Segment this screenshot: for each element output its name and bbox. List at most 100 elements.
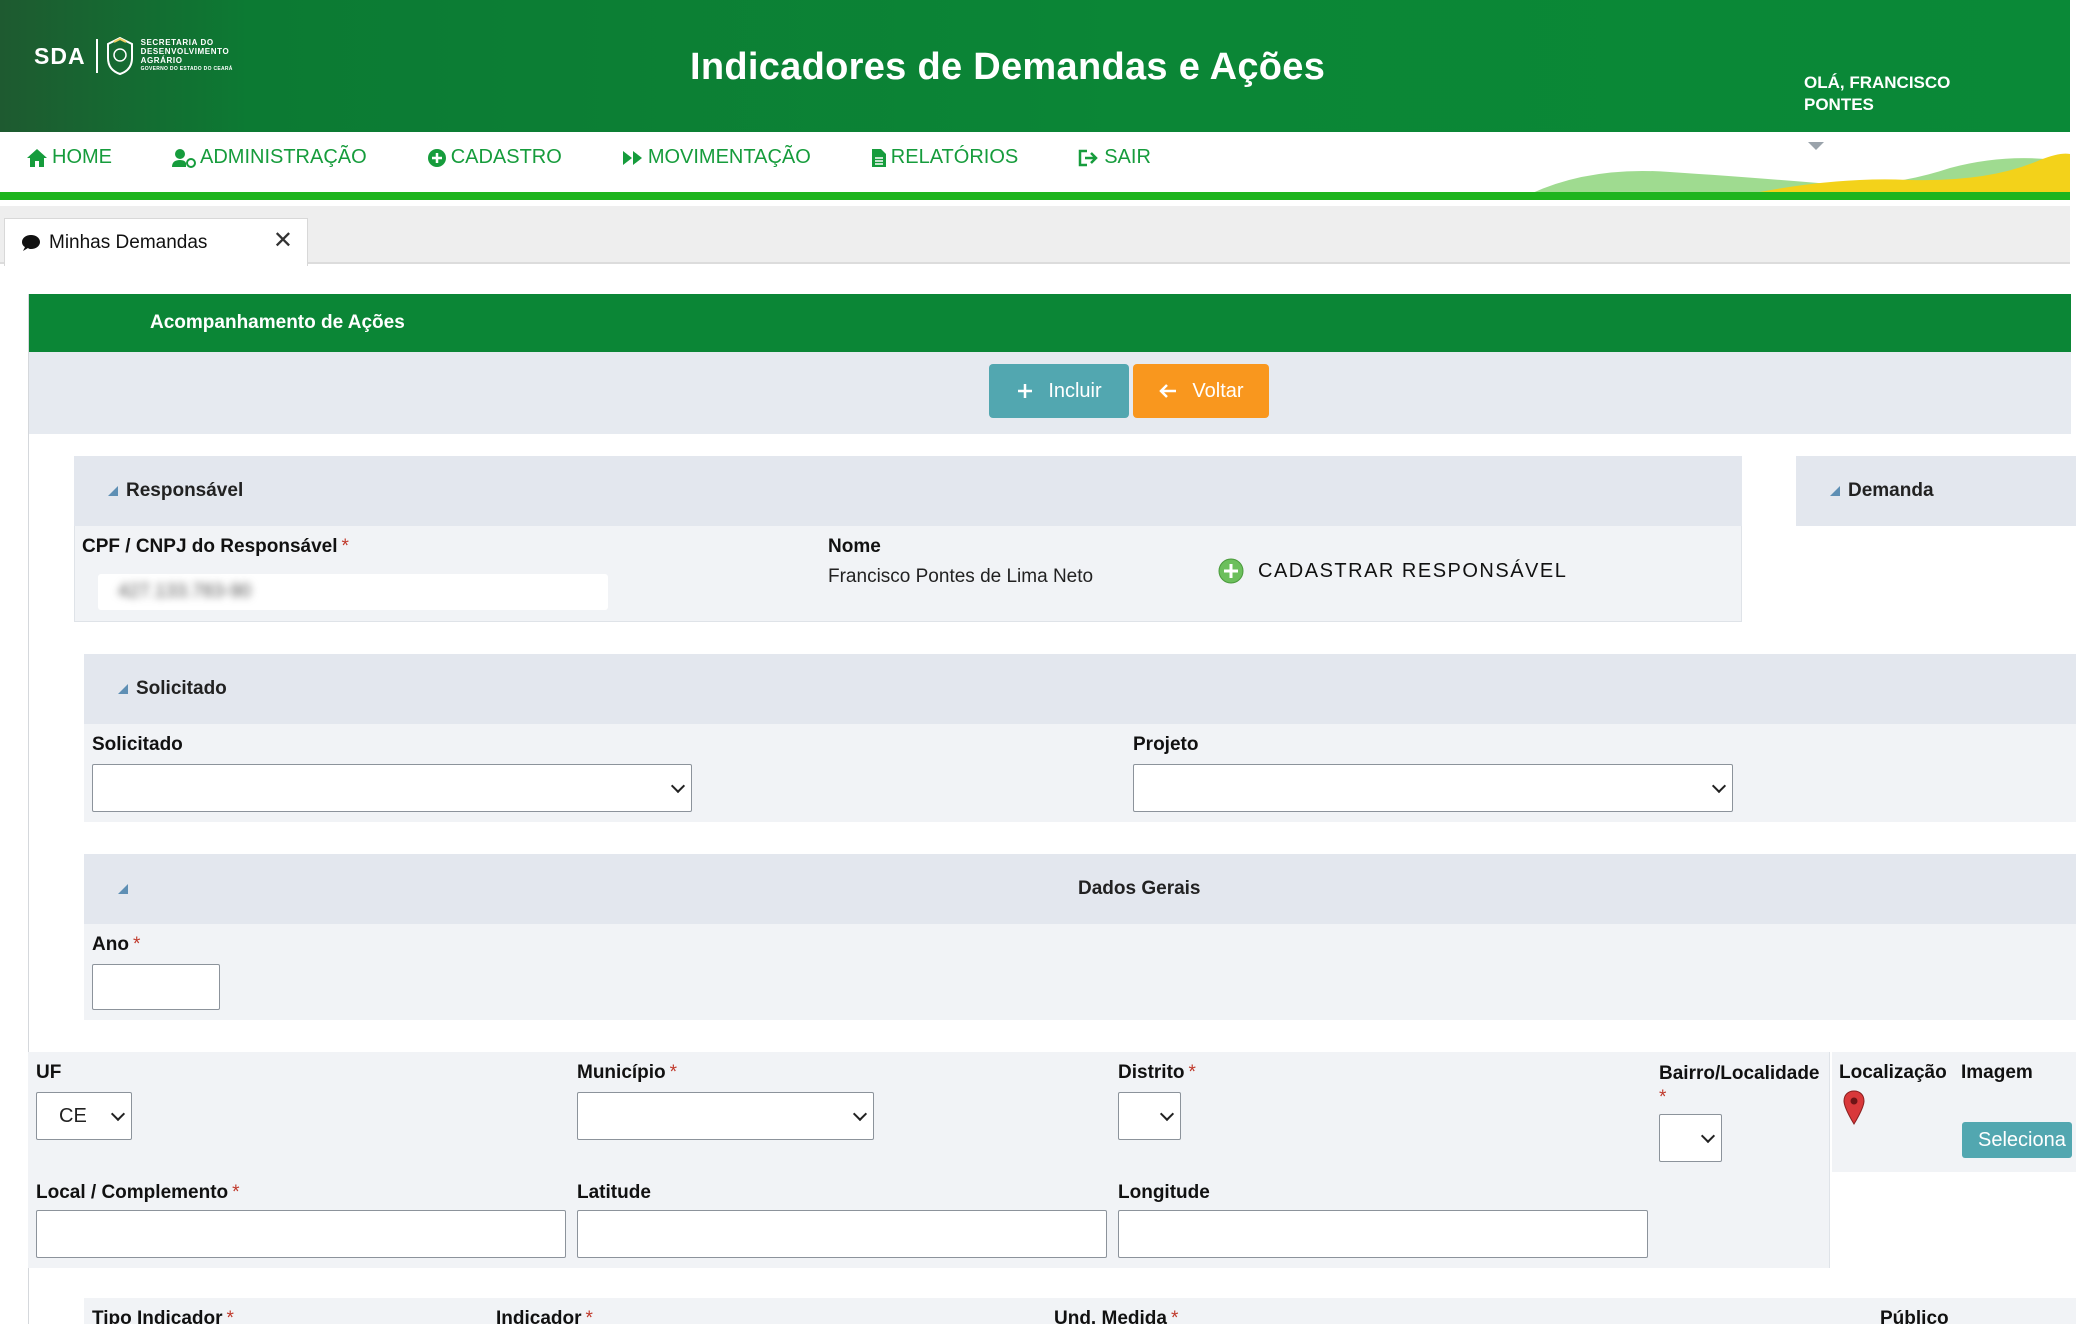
- logo-divider: [95, 39, 98, 73]
- add-circle-icon: [1218, 558, 1244, 584]
- plus-circle-icon: [427, 148, 446, 167]
- projeto-label: Projeto: [1133, 734, 1199, 755]
- logo-line-1: SECRETARIA DO: [140, 38, 214, 47]
- cpf-label: CPF / CNPJ do Responsável *: [82, 536, 349, 558]
- sda-logo[interactable]: SDA SECRETARIA DO DESENVOLVIMENTO AGRÁRI…: [34, 36, 233, 76]
- required-mark: *: [341, 536, 349, 557]
- plus-icon: [1018, 384, 1033, 398]
- responsavel-legend: Responsável: [126, 480, 244, 501]
- required-mark: *: [232, 1182, 240, 1203]
- main-navbar: HOME ADMINISTRAÇÃO CADASTRO MOVIMENTAÇÃO…: [0, 132, 2070, 200]
- chevron-down-icon: [670, 778, 686, 794]
- dados-gerais-legend: Dados Gerais: [1078, 878, 1201, 899]
- tab-minhas-demandas[interactable]: Minhas Demandas ✕: [4, 218, 308, 266]
- latitude-input[interactable]: [577, 1210, 1107, 1258]
- cadastrar-responsavel-label: CADASTRAR RESPONSÁVEL: [1258, 559, 1568, 582]
- nav-administracao[interactable]: ADMINISTRAÇÃO: [172, 146, 367, 169]
- required-mark: *: [1188, 1062, 1196, 1083]
- user-gear-icon: [172, 148, 196, 168]
- chevron-down-icon: [1159, 1106, 1175, 1122]
- responsavel-fieldset-header[interactable]: Responsável: [74, 456, 1742, 526]
- solicitado-label: Solicitado: [92, 734, 183, 755]
- nav-movimentacao[interactable]: MOVIMENTAÇÃO: [622, 146, 811, 169]
- latitude-label: Latitude: [577, 1182, 651, 1203]
- solicitado-select[interactable]: [92, 764, 692, 812]
- municipio-select[interactable]: [577, 1092, 874, 1140]
- municipio-label: Município *: [577, 1062, 677, 1084]
- nav-home[interactable]: HOME: [26, 146, 112, 169]
- home-icon: [27, 148, 47, 167]
- required-mark: *: [132, 934, 141, 955]
- tab-bar: Minhas Demandas ✕: [0, 206, 2070, 266]
- cpf-label-text: CPF / CNPJ do Responsável: [82, 536, 338, 557]
- user-greeting[interactable]: OLÁ, FRANCISCO PONTES: [1804, 72, 2004, 116]
- required-mark: *: [1659, 1087, 1667, 1108]
- panel-title: Acompanhamento de Ações: [29, 294, 2071, 352]
- incluir-label: Incluir: [1048, 379, 1102, 402]
- dados-gerais-fieldset-body: [84, 924, 2076, 1020]
- logo-line-4: GOVERNO DO ESTADO DO CEARÁ: [140, 66, 233, 72]
- localizacao-label: Localização: [1839, 1062, 1947, 1083]
- selecionar-imagem-button[interactable]: Seleciona: [1962, 1122, 2072, 1158]
- logo-line-2: DESENVOLVIMENTO: [140, 47, 230, 56]
- close-tab-icon[interactable]: ✕: [273, 229, 293, 253]
- nav-home-label: HOME: [52, 146, 112, 168]
- longitude-label: Longitude: [1118, 1182, 1210, 1203]
- nav-relatorios[interactable]: RELATÓRIOS: [871, 146, 1018, 169]
- chevron-down-icon: [110, 1106, 126, 1122]
- dados-gerais-fieldset-header[interactable]: Dados Gerais: [84, 854, 2076, 924]
- chevron-down-icon: [852, 1106, 868, 1122]
- municipio-label-text: Município: [577, 1062, 666, 1083]
- ano-label: Ano *: [92, 934, 140, 956]
- local-label: Local / Complemento *: [36, 1182, 240, 1204]
- ano-label-text: Ano: [92, 934, 129, 955]
- app-title: Indicadores de Demandas e Ações: [690, 46, 1326, 88]
- cpf-input[interactable]: 427.133.783-90: [98, 574, 608, 610]
- local-input[interactable]: [36, 1210, 566, 1258]
- nav-sair[interactable]: SAIR: [1078, 146, 1151, 169]
- ano-input[interactable]: [92, 964, 220, 1010]
- app-page: SDA SECRETARIA DO DESENVOLVIMENTO AGRÁRI…: [0, 0, 2076, 1340]
- collapse-toggle-icon: [118, 684, 128, 694]
- voltar-label: Voltar: [1192, 379, 1244, 402]
- demanda-fieldset-header[interactable]: Demanda: [1796, 456, 2076, 526]
- fast-forward-icon: [622, 150, 642, 165]
- action-bar: Incluir Voltar: [29, 352, 2071, 434]
- nome-value: Francisco Pontes de Lima Neto: [828, 566, 1094, 587]
- distrito-select[interactable]: [1118, 1092, 1181, 1140]
- collapse-toggle-icon: [108, 486, 118, 496]
- distrito-label: Distrito *: [1118, 1062, 1196, 1084]
- arrow-left-icon: [1159, 384, 1177, 398]
- user-menu-caret-icon[interactable]: [1808, 142, 1824, 150]
- longitude-input[interactable]: [1118, 1210, 1648, 1258]
- demanda-legend: Demanda: [1848, 480, 1934, 501]
- nav-cadastro-label: CADASTRO: [450, 146, 562, 168]
- incluir-button[interactable]: Incluir: [989, 364, 1129, 418]
- uf-select[interactable]: CE: [36, 1092, 132, 1140]
- solicitado-legend: Solicitado: [136, 678, 227, 699]
- page-bottom-edge: [0, 1324, 2076, 1340]
- nav-administracao-label: ADMINISTRAÇÃO: [200, 146, 367, 168]
- bairro-label-text: Bairro/Localidade: [1659, 1063, 1820, 1084]
- collapse-toggle-icon: [1830, 486, 1840, 496]
- logo-text: SECRETARIA DO DESENVOLVIMENTO AGRÁRIO GO…: [141, 38, 233, 74]
- collapse-toggle-icon: [118, 884, 128, 894]
- chevron-down-icon: [1700, 1128, 1716, 1144]
- logo-abbr: SDA: [34, 42, 86, 69]
- nav-sair-label: SAIR: [1104, 146, 1151, 168]
- nav-menu: HOME ADMINISTRAÇÃO CADASTRO MOVIMENTAÇÃO…: [26, 146, 1211, 169]
- voltar-button[interactable]: Voltar: [1133, 364, 1269, 418]
- chevron-down-icon: [1711, 778, 1727, 794]
- nav-cadastro[interactable]: CADASTRO: [427, 146, 562, 169]
- cadastrar-responsavel-button[interactable]: CADASTRAR RESPONSÁVEL: [1218, 558, 1567, 584]
- decorative-wave: [1530, 153, 2070, 200]
- app-header: SDA SECRETARIA DO DESENVOLVIMENTO AGRÁRI…: [0, 0, 2070, 132]
- map-pin-icon[interactable]: [1842, 1090, 1866, 1126]
- tab-label: Minhas Demandas: [49, 231, 208, 253]
- local-label-text: Local / Complemento: [36, 1182, 229, 1203]
- sign-out-icon: [1078, 149, 1098, 166]
- projeto-select[interactable]: [1133, 764, 1733, 812]
- bairro-select[interactable]: [1659, 1114, 1722, 1162]
- nav-divider: [0, 192, 2070, 200]
- solicitado-fieldset-header[interactable]: Solicitado: [84, 654, 2076, 724]
